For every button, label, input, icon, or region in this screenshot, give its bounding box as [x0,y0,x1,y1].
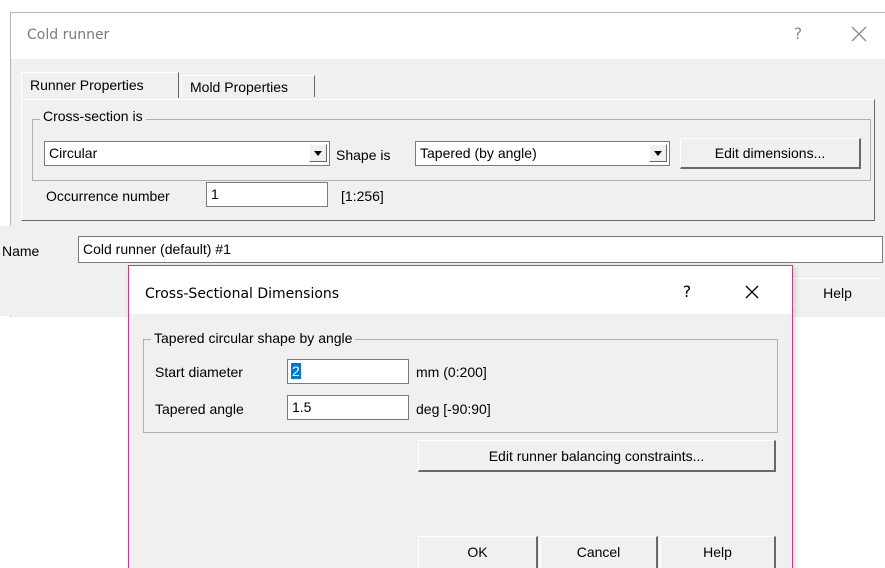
help-icon[interactable]: ? [677,282,697,301]
start-diameter-input[interactable]: 2 [287,359,409,384]
tab-mold-properties[interactable]: Mold Properties [181,75,315,97]
name-label: Name [2,243,40,259]
help-icon[interactable]: ? [786,24,810,46]
edit-runner-balancing-button[interactable]: Edit runner balancing constraints... [418,440,776,472]
cross-section-select[interactable]: Circular [44,141,330,166]
cold-runner-title-bar[interactable]: Cold runner ? [11,13,885,59]
occurrence-input[interactable]: 1 [206,182,328,207]
close-icon[interactable] [741,281,763,303]
chevron-down-icon[interactable] [309,144,327,162]
dialog-title: Cross-Sectional Dimensions [145,286,340,302]
shape-label: Shape is [336,147,391,163]
shape-value: Tapered (by angle) [420,145,537,161]
ok-button[interactable]: OK [418,536,538,568]
cross-sectional-dimensions-dialog: Cross-Sectional Dimensions ? Tapered cir… [128,265,793,568]
tab-runner-properties[interactable]: Runner Properties [21,72,179,98]
tapered-shape-group-label: Tapered circular shape by angle [151,330,356,346]
tapered-angle-label: Tapered angle [155,401,244,417]
tapered-angle-unit: deg [-90:90] [416,401,491,417]
occurrence-label: Occurrence number [46,188,170,204]
cross-section-group-label: Cross-section is [40,108,146,124]
occurrence-range: [1:256] [341,188,384,204]
tapered-shape-group [143,339,778,433]
help-button[interactable]: Help [793,278,881,308]
tapered-angle-input[interactable]: 1.5 [287,395,409,420]
dialog-title-bar[interactable]: Cross-Sectional Dimensions ? [129,266,792,314]
cold-runner-title: Cold runner [27,27,110,43]
shape-select[interactable]: Tapered (by angle) [415,141,670,166]
cancel-button[interactable]: Cancel [540,536,658,568]
name-input[interactable]: Cold runner (default) #1 [78,236,883,263]
close-icon[interactable] [847,22,871,46]
dialog-help-button[interactable]: Help [660,536,776,568]
start-diameter-unit: mm (0:200] [416,364,487,380]
chevron-down-icon[interactable] [649,144,667,162]
edit-dimensions-button[interactable]: Edit dimensions... [680,138,861,169]
start-diameter-value: 2 [291,363,301,379]
start-diameter-label: Start diameter [155,364,243,380]
cross-section-value: Circular [49,145,98,161]
